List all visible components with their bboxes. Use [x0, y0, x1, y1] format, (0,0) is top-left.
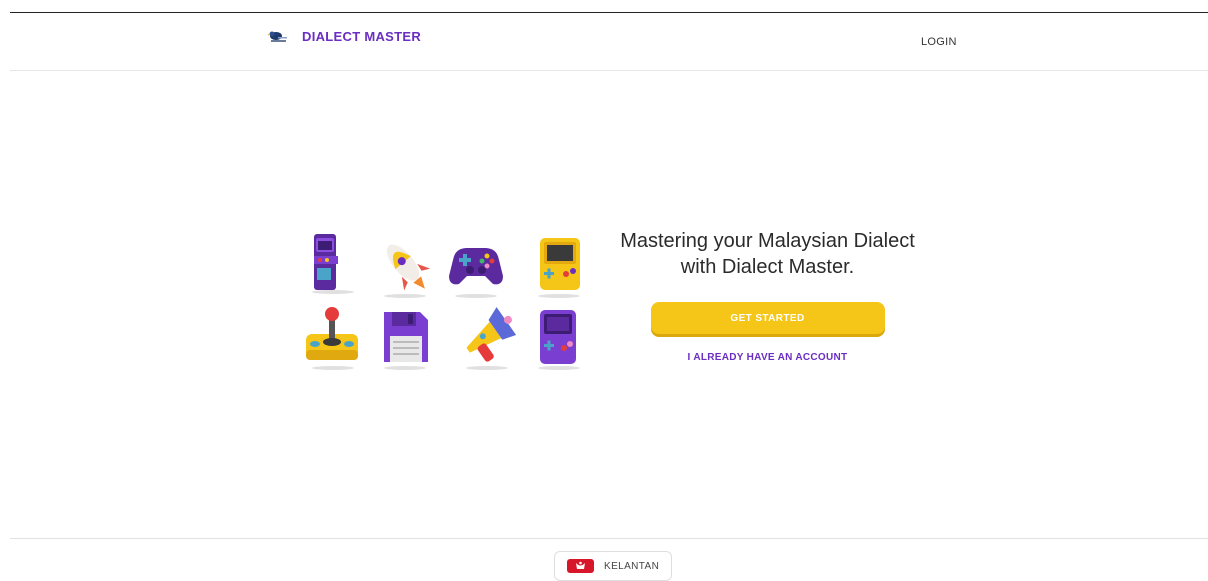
ray-gun-icon: [454, 304, 520, 370]
hero-headline: Mastering your Malaysian Dialect with Di…: [600, 228, 935, 280]
bird-logo-icon: [267, 30, 288, 44]
get-started-button[interactable]: GET STARTED: [650, 302, 885, 334]
footer-divider: [10, 538, 1208, 539]
region-label: KELANTAN: [604, 560, 660, 572]
hero-section: Mastering your Malaysian Dialect with Di…: [300, 228, 940, 378]
handheld-arcade-icon: [526, 232, 592, 298]
login-link[interactable]: LOGIN: [921, 36, 957, 48]
gamepad-icon: [443, 232, 509, 298]
kelantan-flag-icon: [567, 559, 594, 573]
existing-account-link[interactable]: I ALREADY HAVE AN ACCOUNT: [688, 352, 848, 363]
rocket-icon: [372, 232, 438, 298]
handheld-console-icon: [526, 304, 592, 370]
region-selector-button[interactable]: KELANTAN: [554, 551, 672, 581]
floppy-disk-icon: [372, 304, 438, 370]
hero-copy: Mastering your Malaysian Dialect with Di…: [600, 228, 935, 365]
arcade-cabinet-icon: [300, 228, 366, 294]
top-nav: DIALECT MASTER LOGIN: [10, 13, 1208, 71]
illustration-grid: [300, 228, 600, 378]
headline-line-1: Mastering your Malaysian Dialect: [620, 230, 915, 252]
headline-line-2: with Dialect Master.: [680, 256, 855, 278]
brand-name: DIALECT MASTER: [302, 29, 422, 44]
joystick-icon: [300, 304, 366, 370]
brand-link[interactable]: DIALECT MASTER: [267, 29, 422, 44]
